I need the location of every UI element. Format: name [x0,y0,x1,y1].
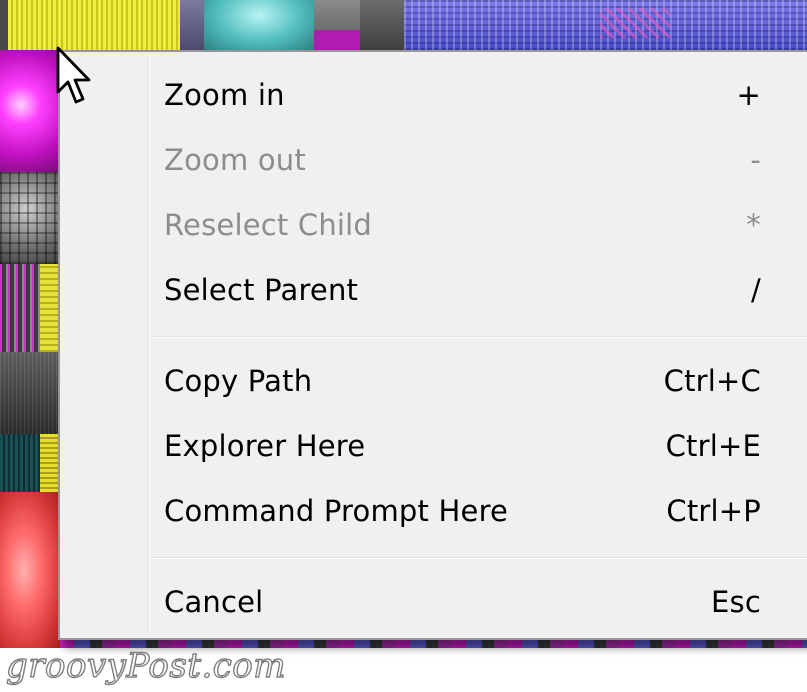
menu-item-command-prompt-here[interactable]: Command Prompt Here Ctrl+P [164,484,761,538]
menu-item-label: Copy Path [164,364,313,398]
menu-item-cancel[interactable]: Cancel Esc [164,575,761,629]
menu-item-shortcut: Ctrl+P [666,494,761,528]
menu-item-reselect-child[interactable]: Reselect Child * [164,198,761,252]
menu-item-label: Reselect Child [164,208,373,242]
menu-item-shortcut: Ctrl+E [665,429,761,463]
menu-item-label: Command Prompt Here [164,494,509,528]
menu-item-shortcut: Esc [711,585,761,619]
menu-item-label: Zoom out [164,143,306,177]
menu-item-shortcut: + [736,78,761,112]
menu-item-zoom-out[interactable]: Zoom out - [164,133,761,187]
treemap-tile[interactable] [0,352,60,434]
menu-item-shortcut: / [751,273,761,307]
menu-item-shortcut: Ctrl+C [663,364,761,398]
menu-item-shortcut: * [746,208,761,242]
menu-icon-gutter [60,52,148,638]
treemap-tile[interactable] [180,0,204,50]
watermark-text: groovyPost.com [5,645,287,686]
menu-separator [152,557,807,559]
treemap-tile[interactable] [8,0,180,50]
treemap-tile[interactable] [0,492,60,648]
menu-item-select-parent[interactable]: Select Parent / [164,263,761,317]
menu-item-label: Zoom in [164,78,285,112]
arrow-cursor-icon [56,46,91,104]
treemap-tile[interactable] [204,0,314,50]
context-menu: Zoom in + Zoom out - Reselect Child * Se… [58,50,807,640]
treemap-tile[interactable] [360,0,404,50]
treemap-tile[interactable] [40,434,60,492]
treemap-tile[interactable] [0,172,60,264]
menu-gutter-divider [148,56,150,634]
menu-item-zoom-in[interactable]: Zoom in + [164,68,761,122]
menu-separator [152,336,807,338]
menu-item-explorer-here[interactable]: Explorer Here Ctrl+E [164,419,761,473]
menu-item-copy-path[interactable]: Copy Path Ctrl+C [164,354,761,408]
menu-item-shortcut: - [750,143,761,177]
treemap-tile[interactable] [0,50,60,172]
treemap-tile[interactable] [314,30,360,50]
treemap-tile[interactable] [600,8,670,38]
menu-item-label: Select Parent [164,273,359,307]
menu-item-label: Cancel [164,585,264,619]
menu-item-label: Explorer Here [164,429,366,463]
